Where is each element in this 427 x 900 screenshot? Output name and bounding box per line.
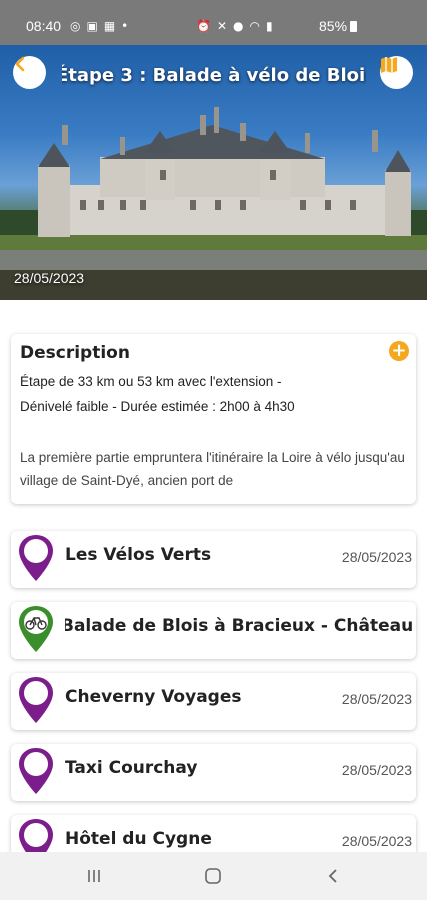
- back-icon: [328, 869, 337, 883]
- system-nav-bar: [0, 852, 427, 900]
- map-icon: [381, 57, 397, 73]
- list-item-name: Hôtel du Cygne: [65, 829, 212, 849]
- list-item[interactable]: Taxi Courchay 28/05/2023: [11, 744, 416, 801]
- recent-apps-button[interactable]: [79, 864, 109, 888]
- chevron-left-icon: [15, 56, 25, 72]
- back-nav-button[interactable]: [318, 864, 348, 888]
- battery-icon: [350, 21, 357, 32]
- status-left-icons: ◎▣▦•: [70, 19, 134, 33]
- list-item[interactable]: Les Vélos Verts 28/05/2023: [11, 531, 416, 588]
- back-button[interactable]: [13, 56, 46, 89]
- list-item-name: Balade de Blois à Bracieux - Château: [65, 616, 414, 636]
- page-title: Étape 3 : Balade à vélo de Blois: [62, 65, 366, 86]
- list-item-date: 28/05/2023: [341, 549, 412, 565]
- status-time: 08:40: [26, 18, 62, 34]
- plus-icon[interactable]: +: [389, 341, 409, 361]
- hero-image: Étape 3 : Balade à vélo de Blois 28/05/2…: [0, 45, 427, 300]
- description-paragraph: La première partie empruntera l'itinérai…: [20, 450, 405, 488]
- map-pin-icon: [19, 535, 53, 581]
- list-item[interactable]: Balade de Blois à Bracieux - Château: [11, 602, 416, 659]
- map-pin-icon: [19, 748, 53, 794]
- list-item-date: 28/05/2023: [341, 691, 412, 707]
- image-icon: ▣: [86, 19, 104, 33]
- dot-icon: •: [121, 19, 135, 33]
- recent-apps-icon: [88, 870, 100, 882]
- location-icon: ●: [233, 19, 250, 33]
- list-item-name: Taxi Courchay: [65, 758, 198, 778]
- battery-percent: 85%: [319, 18, 348, 34]
- mute-icon: ✕: [216, 19, 234, 33]
- wifi-icon: ◠: [249, 19, 266, 33]
- description-line-2: Dénivelé faible - Durée estimée : 2h00 à…: [20, 399, 295, 414]
- list-item[interactable]: Cheverny Voyages 28/05/2023: [11, 673, 416, 730]
- description-card[interactable]: Description + Étape de 33 km ou 53 km av…: [11, 334, 416, 504]
- description-line-1: Étape de 33 km ou 53 km avec l'extension…: [20, 374, 282, 389]
- list-item-name: Les Vélos Verts: [65, 545, 212, 565]
- hero-date: 28/05/2023: [14, 270, 85, 286]
- alarm-icon: ⏰: [196, 19, 217, 33]
- status-bar: 08:40 ◎▣▦• ⏰✕●◠▮ 85%: [0, 0, 427, 45]
- app-screen: 08:40 ◎▣▦• ⏰✕●◠▮ 85% Étape 3: Balade à …: [0, 0, 427, 900]
- map-pin-icon: [19, 677, 53, 723]
- location-icon: ◎: [70, 19, 87, 33]
- list-item-date: 28/05/2023: [341, 833, 412, 849]
- bicycle-icon: [19, 606, 53, 652]
- home-icon: [205, 868, 221, 884]
- signal-icon: ▮: [265, 19, 279, 33]
- map-button[interactable]: [380, 56, 413, 89]
- calendar-icon: ▦: [103, 19, 122, 33]
- list-item-date: 28/05/2023: [341, 762, 412, 778]
- description-title: Description: [20, 343, 130, 363]
- status-right-icons: ⏰✕●◠▮: [196, 19, 279, 33]
- list-item-name: Cheverny Voyages: [65, 687, 242, 707]
- home-button[interactable]: [198, 864, 228, 888]
